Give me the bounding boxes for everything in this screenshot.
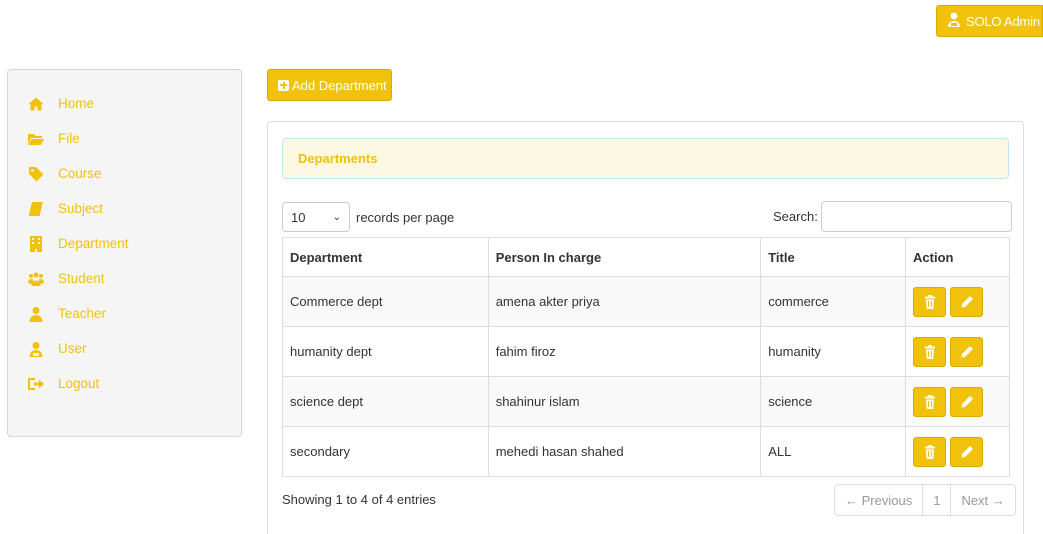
user-admin-icon [28,341,44,357]
trash-icon [924,394,935,409]
delete-button[interactable] [913,436,947,467]
cell-action [905,276,1010,327]
sidebar-item-label: Teacher [58,306,107,321]
trash-icon [924,344,935,359]
table-row: science dept shahinur islam science [282,376,1010,427]
sidebar-item-label: Logout [58,376,100,391]
cell-title: science [760,376,907,427]
folder-open-icon [28,131,44,147]
records-per-page-label: records per page [356,209,455,225]
sidebar-item-label: Course [58,166,102,181]
sidebar-item-student[interactable]: Student [8,261,241,296]
user-admin-icon [947,12,961,31]
sidebar-item-department[interactable]: Department [8,226,241,261]
cell-action [905,326,1010,377]
cell-person: shahinur islam [487,376,762,427]
column-header-department[interactable]: Department [282,237,489,277]
user-icon [28,306,44,322]
sidebar-item-label: Home [58,96,95,111]
table-row: humanity dept fahim firoz humanity [282,326,1010,377]
pencil-icon [961,395,973,407]
table-row: secondary mehedi hasan shahed ALL [282,426,1010,477]
table-header-row: Department Person In charge Title Action [282,237,1010,277]
panel-title: Departments [298,151,378,166]
departments-panel: Departments 10 ⌄ records per page Search… [267,121,1024,534]
add-department-button[interactable]: Add Department [267,69,392,101]
admin-menu-button[interactable]: SOLO Admin [936,5,1043,37]
cell-person: fahim firoz [487,326,762,377]
cell-title: commerce [760,276,907,327]
records-per-page-select[interactable]: 10 ⌄ [282,202,350,232]
sidebar-item-label: User [58,341,87,356]
pencil-icon [961,345,973,357]
tag-icon [28,166,44,182]
add-department-label: Add Department [292,77,387,93]
sidebar-item-file[interactable]: File [8,121,241,156]
sidebar: Home File Course Subject Department Stud… [7,69,242,437]
sidebar-item-teacher[interactable]: Teacher [8,296,241,331]
trash-icon [924,294,935,309]
cell-department: Commerce dept [282,276,489,327]
pagination: ← Previous 1 Next → [834,484,1016,516]
cell-action [905,426,1010,477]
cell-department: science dept [282,376,489,427]
sidebar-item-subject[interactable]: Subject [8,191,241,226]
sidebar-item-home[interactable]: Home [8,86,241,121]
cell-title: ALL [760,426,907,477]
table-row: Commerce dept amena akter priya commerce [282,276,1010,327]
cell-department: humanity dept [282,326,489,377]
sidebar-item-user[interactable]: User [8,331,241,366]
next-page-button[interactable]: Next → [950,485,1015,515]
search-control: Search: [773,201,1012,232]
edit-button[interactable] [950,386,984,417]
sidebar-item-label: Subject [58,201,104,216]
logout-icon [28,376,44,392]
building-icon [28,235,44,252]
pencil-icon [961,295,973,307]
previous-page-button[interactable]: ← Previous [835,485,923,515]
edit-button[interactable] [950,336,984,367]
cell-person: amena akter priya [487,276,762,327]
search-label: Search: [773,209,818,224]
column-header-action: Action [905,237,1010,277]
edit-button[interactable] [950,436,984,467]
cell-person: mehedi hasan shahed [487,426,762,477]
trash-icon [924,444,935,459]
edit-button[interactable] [950,286,984,317]
plus-square-icon [278,79,289,91]
admin-label: SOLO Admin [966,13,1040,29]
book-icon [28,201,44,217]
sidebar-item-label: File [58,131,80,146]
sidebar-item-logout[interactable]: Logout [8,366,241,401]
sidebar-item-course[interactable]: Course [8,156,241,191]
column-header-title[interactable]: Title [760,237,907,277]
sidebar-item-label: Department [58,236,129,251]
sidebar-item-label: Student [58,271,105,286]
cell-title: humanity [760,326,907,377]
cell-action [905,376,1010,427]
delete-button[interactable] [913,286,947,317]
chevron-down-icon: ⌄ [332,211,341,223]
column-header-person-in-charge[interactable]: Person In charge [487,237,762,277]
table-info: Showing 1 to 4 of 4 entries [282,492,436,507]
cell-department: secondary [282,426,489,477]
users-icon [28,271,44,287]
pencil-icon [961,445,973,457]
delete-button[interactable] [913,336,947,367]
records-per-page-control: 10 ⌄ records per page [282,202,454,232]
panel-heading: Departments [282,138,1009,179]
page-number-button[interactable]: 1 [922,485,951,515]
search-input[interactable] [820,201,1012,232]
records-per-page-value: 10 [291,209,306,225]
home-icon [28,96,44,112]
departments-table: Department Person In charge Title Action… [282,237,1010,477]
delete-button[interactable] [913,386,947,417]
